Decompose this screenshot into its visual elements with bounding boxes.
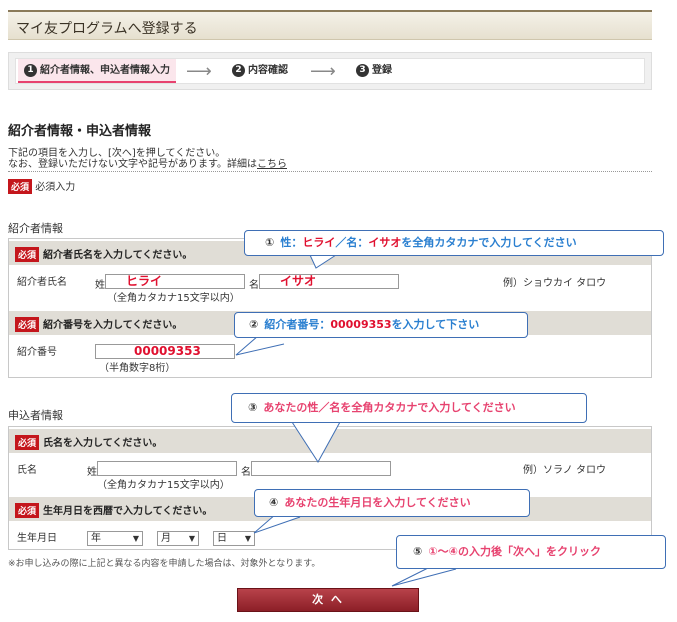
callout-1-text-c: ／名： [335, 236, 369, 249]
callout-5-text-a: ①～④の入力後「 [428, 545, 513, 558]
referrer-number-prompt: 紹介番号を入力してください。 [43, 320, 183, 331]
dob-month-value: 月 [161, 533, 171, 544]
chevron-down-icon: ▼ [244, 534, 251, 543]
callout-2-text-b: 00009353 [330, 318, 392, 331]
referrer-form: 必須 紹介者氏名を入力してください。 紹介者氏名 姓 ヒライ 名 イサオ （全角カ… [8, 238, 652, 378]
step-arrow-icon: ⟶ [310, 61, 336, 82]
referrer-name-prompt: 紹介者氏名を入力してください。 [43, 250, 193, 261]
callout-5-text-b: 次へ [512, 545, 535, 558]
next-button[interactable]: 次 へ [237, 588, 419, 612]
required-badge: 必須 [15, 435, 40, 450]
step-2-label: 内容確認 [248, 65, 288, 76]
callout-2-text-c: を入力して下さい [391, 318, 480, 331]
dob-month-select[interactable]: 月 ▼ [157, 531, 199, 546]
referrer-name-example: 例）ショウカイ タロウ [503, 278, 607, 289]
section-heading: 紹介者情報・申込者情報 [8, 124, 152, 139]
applicant-dob-prompt: 生年月日を西暦で入力してください。 [43, 506, 213, 517]
applicant-name-prompt: 氏名を入力してください。 [43, 438, 163, 449]
details-link[interactable]: こちら [257, 159, 287, 170]
callout-5: ⑤ ①～④の入力後「次へ」をクリック [396, 535, 666, 569]
callout-1-text-d: イサオ [368, 236, 402, 249]
required-legend: 必須 必須入力 [8, 178, 75, 194]
callout-3-number: ③ [248, 401, 258, 414]
step-2: 2 内容確認 [232, 59, 288, 83]
applicant-name-hint: （全角カタカナ15文字以内） [97, 480, 230, 491]
dob-year-value: 年 [91, 533, 101, 544]
referrer-number-input[interactable]: 00009353 [95, 344, 235, 359]
callout-1-number: ① [265, 236, 275, 249]
dob-year-select[interactable]: 年 ▼ [87, 531, 143, 546]
notice-text: ※お申し込みの際に上記と異なる内容を申請した場合は、対象外となります。 [8, 559, 321, 569]
callout-2-number: ② [249, 318, 259, 331]
required-badge: 必須 [15, 503, 40, 518]
callout-1-text-e: を全角カタカナで入力してください [401, 236, 577, 249]
step-1: 1 紹介者情報、申込者情報入力 [18, 59, 176, 83]
callout-4-text: あなたの生年月日を入力してください [284, 496, 471, 509]
dob-day-value: 日 [217, 533, 227, 544]
applicant-form: 必須 氏名を入力してください。 氏名 姓 名 （全角カタカナ15文字以内） 例）ソ… [8, 426, 652, 550]
page-title: マイ友プログラムへ登録する [16, 21, 198, 37]
step-3-label: 登録 [372, 65, 392, 76]
callout-3: ③ あなたの性／名を全角カタカナで入力してください [231, 393, 587, 423]
callout-4-number: ④ [269, 496, 279, 509]
step-1-number-icon: 1 [24, 63, 37, 77]
required-badge: 必須 [15, 247, 40, 262]
applicant-dob-label: 生年月日 [17, 533, 57, 544]
applicant-name-prompt-band: 必須 氏名を入力してください。 [9, 429, 651, 453]
callout-2-text-a: 紹介者番号： [264, 318, 331, 331]
referrer-section-label: 紹介者情報 [8, 222, 63, 235]
callout-5-number: ⑤ [413, 545, 423, 558]
step-2-number-icon: 2 [232, 63, 245, 77]
referrer-sei-input[interactable]: ヒライ [105, 274, 245, 289]
applicant-name-example: 例）ソラノ タロウ [523, 465, 606, 476]
callout-1-text-b: ヒライ [302, 236, 336, 249]
progress-steps: 1 紹介者情報、申込者情報入力 ⟶ 2 内容確認 ⟶ 3 登録 [8, 52, 652, 90]
step-3: 3 登録 [356, 59, 392, 83]
applicant-sei-label: 姓 [87, 467, 97, 478]
progress-steps-inner: 1 紹介者情報、申込者情報入力 ⟶ 2 内容確認 ⟶ 3 登録 [15, 58, 645, 84]
applicant-section-label: 申込者情報 [8, 409, 63, 422]
dotted-divider [8, 171, 652, 172]
referrer-mei-label: 名 [249, 280, 259, 291]
referrer-number-label: 紹介番号 [17, 347, 57, 358]
callout-4: ④ あなたの生年月日を入力してください [254, 489, 530, 517]
callout-5-text-c: 」をクリック [534, 545, 601, 558]
required-badge: 必須 [8, 179, 33, 194]
required-badge: 必須 [15, 317, 40, 332]
step-arrow-icon: ⟶ [186, 61, 212, 82]
description-line-2-text: なお、登録いただけない文字や記号があります。詳細は [8, 159, 257, 170]
referrer-number-hint: （半角数字8桁） [99, 363, 176, 374]
applicant-sei-input[interactable] [97, 461, 237, 476]
chevron-down-icon: ▼ [132, 534, 139, 543]
callout-1: ① 性：ヒライ／名：イサオを全角カタカナで入力してください [244, 230, 664, 256]
callout-2: ② 紹介者番号：00009353を入力して下さい [234, 312, 528, 338]
dob-day-select[interactable]: 日 ▼ [213, 531, 255, 546]
callout-1-text-a: 性： [280, 236, 303, 249]
referrer-sei-label: 姓 [95, 280, 105, 291]
applicant-name-label: 氏名 [17, 465, 37, 476]
chevron-down-icon: ▼ [188, 534, 195, 543]
referrer-name-label: 紹介者氏名 [17, 277, 67, 288]
applicant-mei-input[interactable] [251, 461, 391, 476]
step-3-number-icon: 3 [356, 63, 369, 77]
referrer-mei-input[interactable]: イサオ [259, 274, 399, 289]
applicant-mei-label: 名 [241, 467, 251, 478]
callout-3-text: あなたの性／名を全角カタカナで入力してください [263, 401, 516, 414]
description-line-2: なお、登録いただけない文字や記号があります。詳細はこちら [8, 155, 287, 170]
required-note: 必須入力 [35, 182, 76, 193]
page-title-bar: マイ友プログラムへ登録する [8, 10, 652, 40]
step-1-label: 紹介者情報、申込者情報入力 [40, 65, 170, 76]
referrer-name-hint: （全角カタカナ15文字以内） [107, 293, 240, 304]
